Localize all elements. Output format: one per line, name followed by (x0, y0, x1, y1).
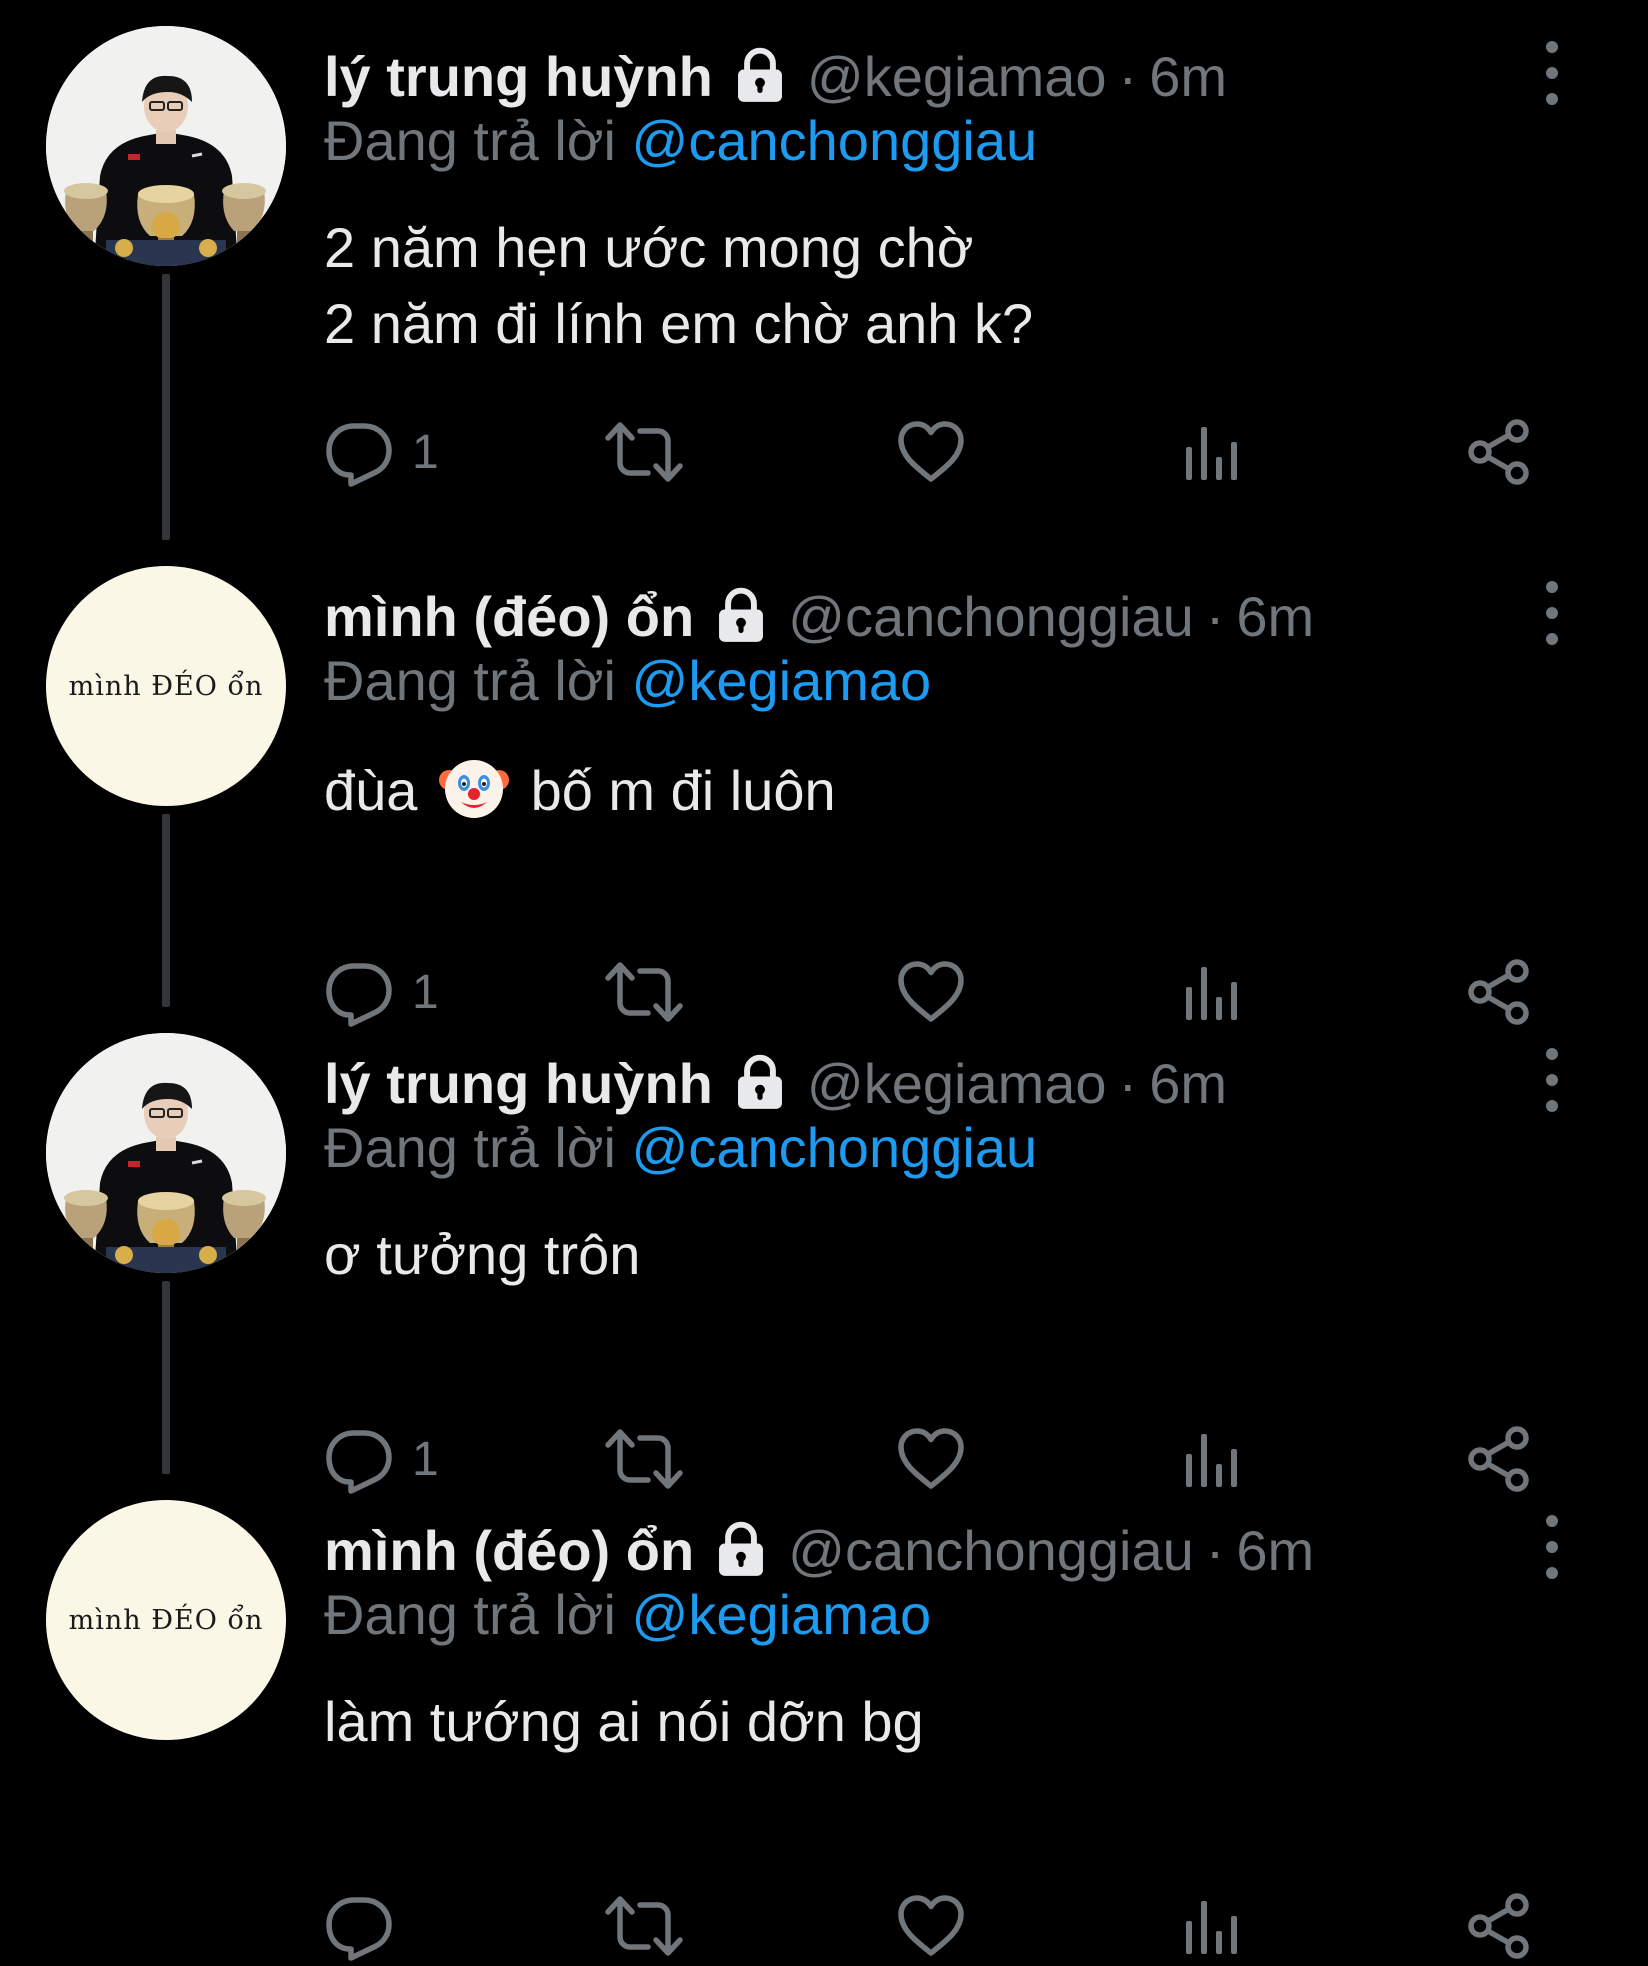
analytics-icon (1182, 422, 1242, 482)
replying-to-label: Đang trả lời (324, 1116, 616, 1179)
tweet-3[interactable]: lý trung huỳnh @kegiamao · 6m Đang trả l… (0, 1007, 1648, 1474)
display-name[interactable]: lý trung huỳnh (324, 1051, 713, 1116)
share-icon (1464, 417, 1534, 487)
retweet-icon (604, 1891, 684, 1961)
tweet-actions (324, 1886, 1604, 1966)
retweet-button[interactable] (604, 412, 684, 492)
tweet-thread: lý trung huỳnh @kegiamao · 6m Đang trả l… (0, 0, 1648, 1920)
tweet-text: ơ tưởng trôn (324, 1217, 640, 1293)
replying-to: Đang trả lời @canchonggiau (324, 108, 1037, 173)
tweet-actions: 1 (324, 412, 1604, 492)
timestamp[interactable]: 6m (1236, 584, 1314, 649)
avatar-photo-image (46, 26, 286, 266)
more-vertical-icon[interactable] (1530, 578, 1574, 648)
retweet-icon (604, 417, 684, 487)
avatar-text: mình ĐÉO ổn (68, 670, 264, 702)
thread-connector-line (162, 1281, 170, 1474)
replying-to-handle[interactable]: @canchonggiau (632, 1116, 1038, 1179)
share-button[interactable] (1464, 412, 1534, 492)
lock-icon (710, 585, 772, 647)
avatar[interactable] (46, 26, 286, 266)
tweet-text-segment: bố m đi luôn (530, 759, 836, 822)
separator-dot: · (1118, 44, 1138, 108)
avatar[interactable] (46, 1033, 286, 1273)
tweet-header: lý trung huỳnh @kegiamao · 6m (324, 38, 1227, 114)
separator-dot: · (1118, 1051, 1138, 1115)
replying-to-label: Đang trả lời (324, 109, 616, 172)
tweet-header: lý trung huỳnh @kegiamao · 6m (324, 1045, 1227, 1121)
tweet-text: đùa bố m đi luôn (324, 750, 836, 829)
lock-icon (729, 45, 791, 107)
heart-icon (896, 1893, 966, 1959)
lock-icon (710, 1519, 772, 1581)
timestamp[interactable]: 6m (1149, 44, 1227, 109)
replying-to: Đang trả lời @kegiamao (324, 648, 931, 713)
user-handle[interactable]: @canchonggiau (788, 1518, 1194, 1583)
tweet-text-line: làm tướng ai nói dỡn bg (324, 1690, 924, 1753)
more-vertical-icon[interactable] (1530, 1512, 1574, 1582)
views-button[interactable] (1182, 412, 1242, 492)
more-vertical-icon[interactable] (1530, 1045, 1574, 1115)
more-vertical-icon[interactable] (1530, 38, 1574, 108)
tweet-header: mình (đéo) ổn @canchonggiau · 6m (324, 578, 1314, 654)
analytics-icon (1182, 1896, 1242, 1956)
tweet-header: mình (đéo) ổn @canchonggiau · 6m (324, 1512, 1314, 1588)
retweet-button[interactable] (604, 1886, 684, 1966)
tweet-text: 2 năm hẹn ước mong chờ 2 năm đi lính em … (324, 210, 1033, 362)
tweet-text-line: 2 năm đi lính em chờ anh k? (324, 292, 1034, 355)
reply-count: 1 (412, 425, 439, 479)
reply-button[interactable] (324, 1886, 412, 1966)
user-handle[interactable]: @kegiamao (807, 44, 1107, 109)
user-handle[interactable]: @canchonggiau (788, 584, 1194, 649)
avatar-text: mình ĐÉO ổn (68, 1604, 264, 1636)
timestamp[interactable]: 6m (1149, 1051, 1227, 1116)
user-handle[interactable]: @kegiamao (807, 1051, 1107, 1116)
replying-to: Đang trả lời @canchonggiau (324, 1115, 1037, 1180)
display-name[interactable]: mình (đéo) ổn (324, 1518, 694, 1583)
like-button[interactable] (896, 1886, 966, 1966)
replying-to-label: Đang trả lời (324, 649, 616, 712)
lock-icon (729, 1052, 791, 1114)
separator-dot: · (1205, 1518, 1225, 1582)
reply-bubble-icon (324, 417, 394, 487)
replying-to: Đang trả lời @kegiamao (324, 1582, 931, 1647)
avatar[interactable]: mình ĐÉO ổn (46, 1500, 286, 1740)
share-icon (1464, 1891, 1534, 1961)
tweet-text-line: ơ tưởng trôn (324, 1223, 641, 1286)
clown-face-emoji-icon (437, 750, 511, 824)
replying-to-handle[interactable]: @canchonggiau (632, 109, 1038, 172)
reply-bubble-icon (324, 1891, 394, 1961)
display-name[interactable]: mình (đéo) ổn (324, 584, 694, 649)
share-button[interactable] (1464, 1886, 1534, 1966)
display-name[interactable]: lý trung huỳnh (324, 44, 713, 109)
timestamp[interactable]: 6m (1236, 1518, 1314, 1583)
tweet-1[interactable]: lý trung huỳnh @kegiamao · 6m Đang trả l… (0, 0, 1648, 540)
replying-to-label: Đang trả lời (324, 1583, 616, 1646)
heart-icon (896, 419, 966, 485)
avatar-photo-image (46, 1033, 286, 1273)
tweet-text-line: 2 năm hẹn ước mong chờ (324, 216, 974, 279)
tweet-text: làm tướng ai nói dỡn bg (324, 1684, 924, 1760)
tweet-4[interactable]: mình ĐÉO ổn mình (đéo) ổn @canchonggiau … (0, 1474, 1648, 1941)
replying-to-handle[interactable]: @kegiamao (632, 649, 932, 712)
like-button[interactable] (896, 412, 966, 492)
tweet-2[interactable]: mình ĐÉO ổn mình (đéo) ổn @canchonggiau … (0, 540, 1648, 1007)
separator-dot: · (1205, 584, 1225, 648)
thread-connector-line (162, 814, 170, 1007)
views-button[interactable] (1182, 1886, 1242, 1966)
thread-connector-line (162, 274, 170, 540)
reply-button[interactable]: 1 (324, 412, 439, 492)
avatar[interactable]: mình ĐÉO ổn (46, 566, 286, 806)
tweet-text-segment: đùa (324, 759, 418, 822)
replying-to-handle[interactable]: @kegiamao (632, 1583, 932, 1646)
